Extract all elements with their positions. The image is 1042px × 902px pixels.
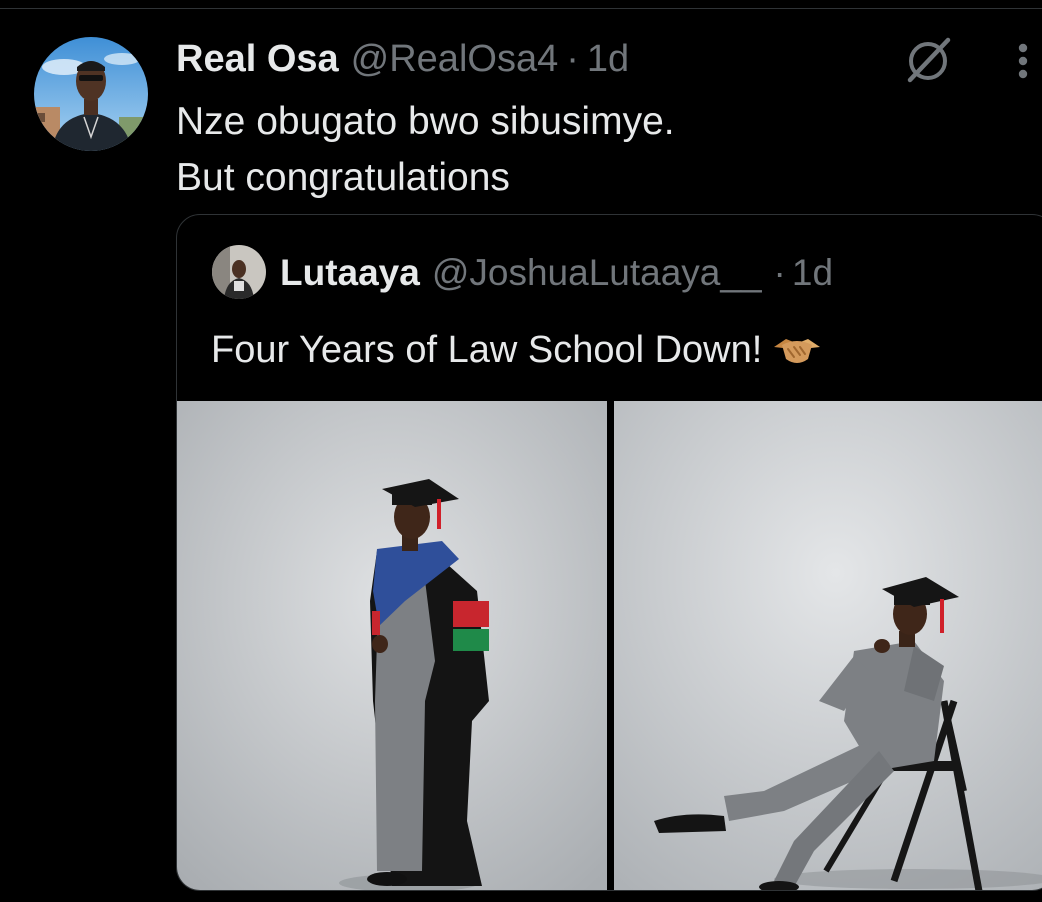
graduate-seated-photo[interactable] <box>614 401 1042 890</box>
quoted-separator-dot: · <box>773 252 786 293</box>
author-handle[interactable]: @RealOsa4 <box>351 38 559 81</box>
quoted-handle[interactable]: @JoshuaLutaaya__ <box>432 252 762 294</box>
tweet-text-line-2: But congratulations <box>176 156 510 199</box>
graduate-standing-photo[interactable] <box>177 401 607 890</box>
quoted-timestamp[interactable]: 1d <box>792 252 833 294</box>
quoted-tweet-card[interactable]: Lutaaya @JoshuaLutaaya__ · 1d Four Years… <box>176 214 1042 891</box>
tweet-text: Nze obugato bwo sibusimye. But congratul… <box>176 94 675 206</box>
author-avatar[interactable] <box>34 37 148 151</box>
grok-icon[interactable] <box>902 34 954 86</box>
handshake-icon <box>772 332 822 368</box>
top-divider <box>0 8 1042 9</box>
tweet-timestamp[interactable]: 1d <box>587 38 629 81</box>
tweet-text-line-1: Nze obugato bwo sibusimye. <box>176 100 675 143</box>
quoted-tweet-header: Lutaaya @JoshuaLutaaya__ · 1d <box>280 251 833 295</box>
more-options-icon[interactable] <box>1006 40 1040 84</box>
separator-dot: · <box>566 37 579 80</box>
tweet-header: Real Osa @RealOsa4 · 1d <box>176 36 629 82</box>
quoted-tweet-text-row: Four Years of Law School Down! <box>211 325 822 375</box>
author-display-name[interactable]: Real Osa <box>176 38 339 81</box>
quoted-tweet-text: Four Years of Law School Down! <box>211 329 763 371</box>
quoted-author-avatar[interactable] <box>212 245 266 299</box>
quoted-display-name[interactable]: Lutaaya <box>280 252 420 294</box>
